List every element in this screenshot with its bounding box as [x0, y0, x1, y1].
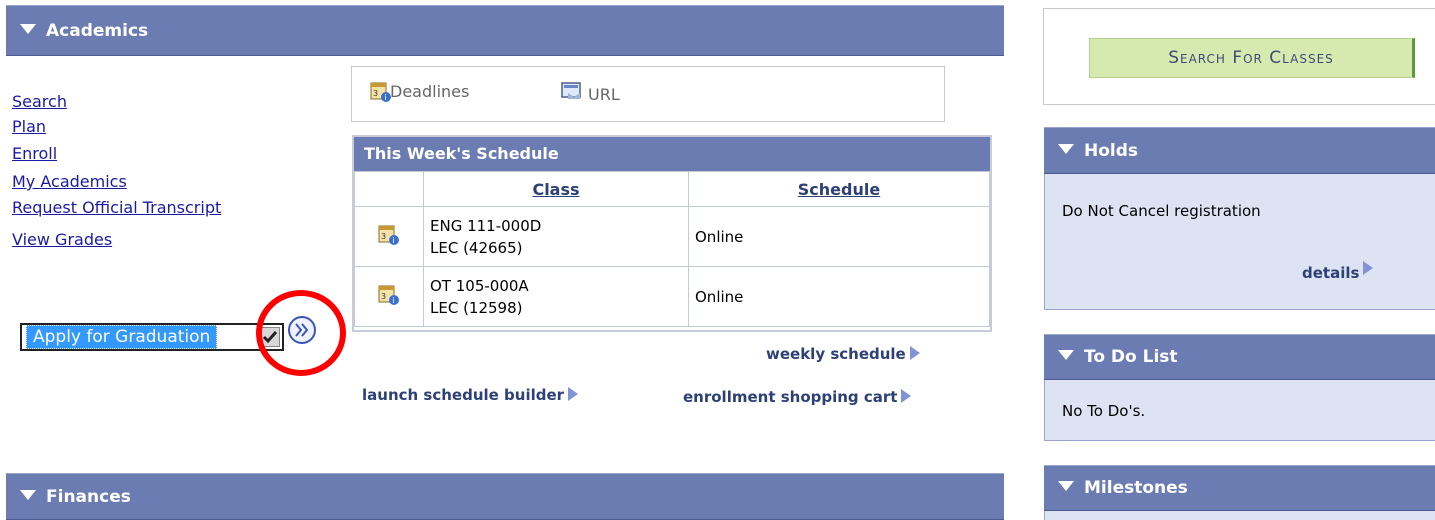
- todo-pane: No To Do's.: [1044, 380, 1435, 441]
- nav-link-plan[interactable]: Plan: [12, 117, 46, 136]
- academics-header[interactable]: Academics: [6, 5, 1004, 56]
- schedule-sort-link[interactable]: Schedule: [798, 180, 880, 199]
- svg-text:i: i: [385, 93, 387, 102]
- svg-text:i: i: [393, 236, 395, 245]
- select-selected-value: Apply for Graduation: [26, 325, 218, 349]
- svg-text:3: 3: [381, 232, 386, 241]
- nav-link-enroll[interactable]: Enroll: [12, 144, 57, 163]
- highlight-circle: [256, 290, 346, 376]
- weekly-schedule-label[interactable]: weekly schedule: [766, 345, 906, 363]
- schedule-cell: Online: [688, 206, 990, 267]
- class-detail-icon-cell[interactable]: 3 i: [354, 266, 424, 327]
- other-academic-select[interactable]: Apply for Graduation: [20, 323, 284, 351]
- holds-header[interactable]: Holds: [1044, 127, 1435, 174]
- milestones-title: Milestones: [1084, 478, 1188, 498]
- holds-details-link[interactable]: details: [1302, 261, 1374, 282]
- milestones-pane: [1044, 511, 1435, 520]
- finances-title: Finances: [46, 486, 131, 507]
- schedule-cell: Online: [688, 266, 990, 327]
- milestones-header[interactable]: Milestones: [1044, 465, 1435, 511]
- schedule-title: This Week's Schedule: [354, 137, 990, 171]
- todo-header[interactable]: To Do List: [1044, 334, 1435, 380]
- todo-text: No To Do's.: [1062, 402, 1146, 420]
- arrow-right-icon: [909, 346, 920, 360]
- academics-title: Academics: [46, 20, 149, 41]
- url-icon: [560, 81, 584, 107]
- schedule-title-text: This Week's Schedule: [364, 144, 559, 163]
- shopping-cart-link[interactable]: enrollment shopping cart: [683, 387, 912, 406]
- arrow-right-icon: [568, 387, 579, 401]
- schedule-column-header[interactable]: Schedule: [688, 171, 990, 207]
- nav-link-search[interactable]: Search: [12, 92, 67, 111]
- search-for-classes-label: Search For Classes: [1168, 48, 1334, 68]
- class-cell: ENG 111-000D LEC (42665): [423, 206, 689, 267]
- schedule-table: Class Schedule 3 i ENG 111-000D LEC (426…: [354, 171, 990, 327]
- shopping-cart-label[interactable]: enrollment shopping cart: [683, 388, 897, 406]
- icon-column-header: [354, 171, 424, 207]
- arrow-right-icon: [901, 389, 912, 403]
- collapse-triangle-icon[interactable]: [1058, 143, 1074, 154]
- arrow-right-icon: [1363, 261, 1374, 275]
- holds-pane: Do Not Cancel registration details: [1044, 174, 1435, 310]
- svg-text:3: 3: [381, 292, 386, 301]
- table-header-row: Class Schedule: [354, 171, 990, 207]
- deadlines-label: Deadlines: [390, 81, 470, 101]
- collapse-triangle-icon[interactable]: [1058, 350, 1074, 360]
- search-classes-box: Search For Classes: [1043, 8, 1435, 105]
- launch-schedule-builder-label[interactable]: launch schedule builder: [362, 386, 564, 404]
- collapse-triangle-icon[interactable]: [1058, 481, 1074, 491]
- academics-toolbar: 3 i Deadlines URL: [351, 66, 945, 122]
- launch-schedule-builder-link[interactable]: launch schedule builder: [362, 385, 579, 404]
- finances-header[interactable]: Finances: [6, 473, 1004, 520]
- weekly-schedule-panel: This Week's Schedule Class Schedule 3 i: [352, 135, 992, 332]
- holds-text: Do Not Cancel registration: [1062, 202, 1261, 220]
- details-label[interactable]: details: [1302, 264, 1359, 282]
- collapse-triangle-icon[interactable]: [20, 23, 36, 34]
- class-code: OT 105-000A: [430, 276, 529, 295]
- nav-link-view-grades[interactable]: View Grades: [12, 230, 112, 249]
- class-cell: OT 105-000A LEC (12598): [423, 266, 689, 327]
- weekly-schedule-link[interactable]: weekly schedule: [766, 344, 920, 363]
- svg-text:3: 3: [373, 89, 378, 98]
- class-code: ENG 111-000D: [430, 216, 542, 235]
- url-label: URL: [588, 84, 620, 104]
- table-row: 3 i ENG 111-000D LEC (42665) Online: [354, 206, 990, 267]
- calendar-info-icon[interactable]: 3 i: [378, 224, 400, 246]
- nav-link-request-transcript[interactable]: Request Official Transcript: [12, 198, 221, 217]
- deadlines-button[interactable]: 3 i Deadlines: [370, 81, 470, 102]
- svg-text:i: i: [393, 296, 395, 305]
- class-sort-link[interactable]: Class: [532, 180, 579, 199]
- class-column-header[interactable]: Class: [423, 171, 689, 207]
- calendar-info-icon[interactable]: 3 i: [378, 284, 400, 306]
- class-section: LEC (42665): [430, 238, 523, 257]
- search-for-classes-button[interactable]: Search For Classes: [1089, 38, 1415, 78]
- class-section: LEC (12598): [430, 298, 523, 317]
- calendar-info-icon: 3 i: [370, 81, 391, 102]
- holds-title: Holds: [1084, 140, 1139, 161]
- table-row: 3 i OT 105-000A LEC (12598) Online: [354, 266, 990, 327]
- url-button[interactable]: URL: [560, 81, 620, 107]
- nav-link-my-academics[interactable]: My Academics: [12, 172, 127, 191]
- todo-title: To Do List: [1084, 347, 1178, 367]
- class-detail-icon-cell[interactable]: 3 i: [354, 206, 424, 267]
- collapse-triangle-icon[interactable]: [20, 489, 36, 500]
